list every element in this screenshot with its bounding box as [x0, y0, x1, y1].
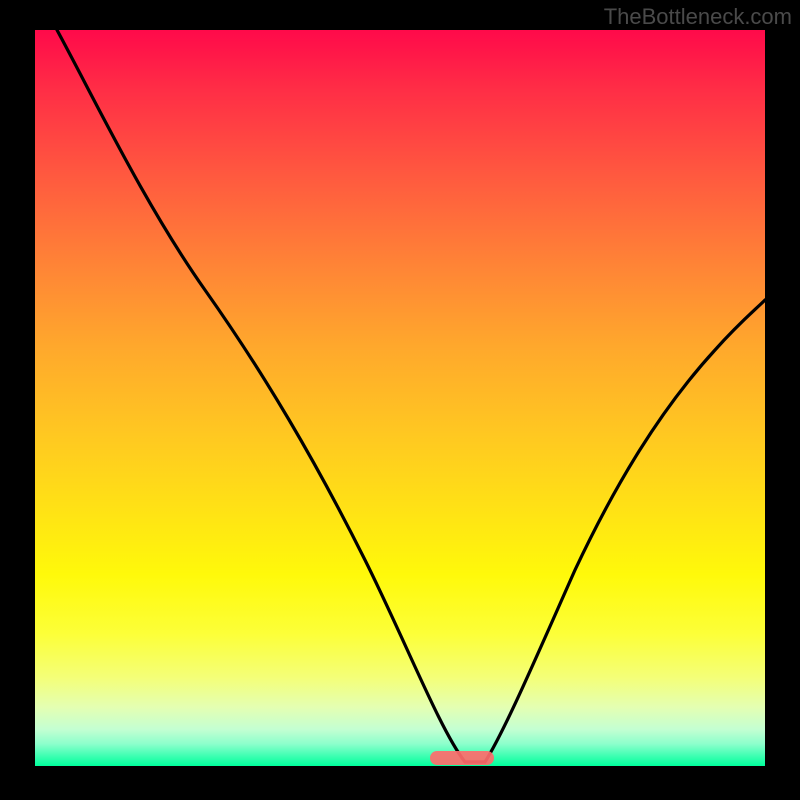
- watermark-text: TheBottleneck.com: [604, 4, 792, 30]
- chart-frame: TheBottleneck.com: [0, 0, 800, 800]
- plot-area: [35, 30, 765, 766]
- bottleneck-marker: [430, 751, 494, 765]
- curve-path: [57, 30, 765, 762]
- bottleneck-curve: [35, 30, 765, 766]
